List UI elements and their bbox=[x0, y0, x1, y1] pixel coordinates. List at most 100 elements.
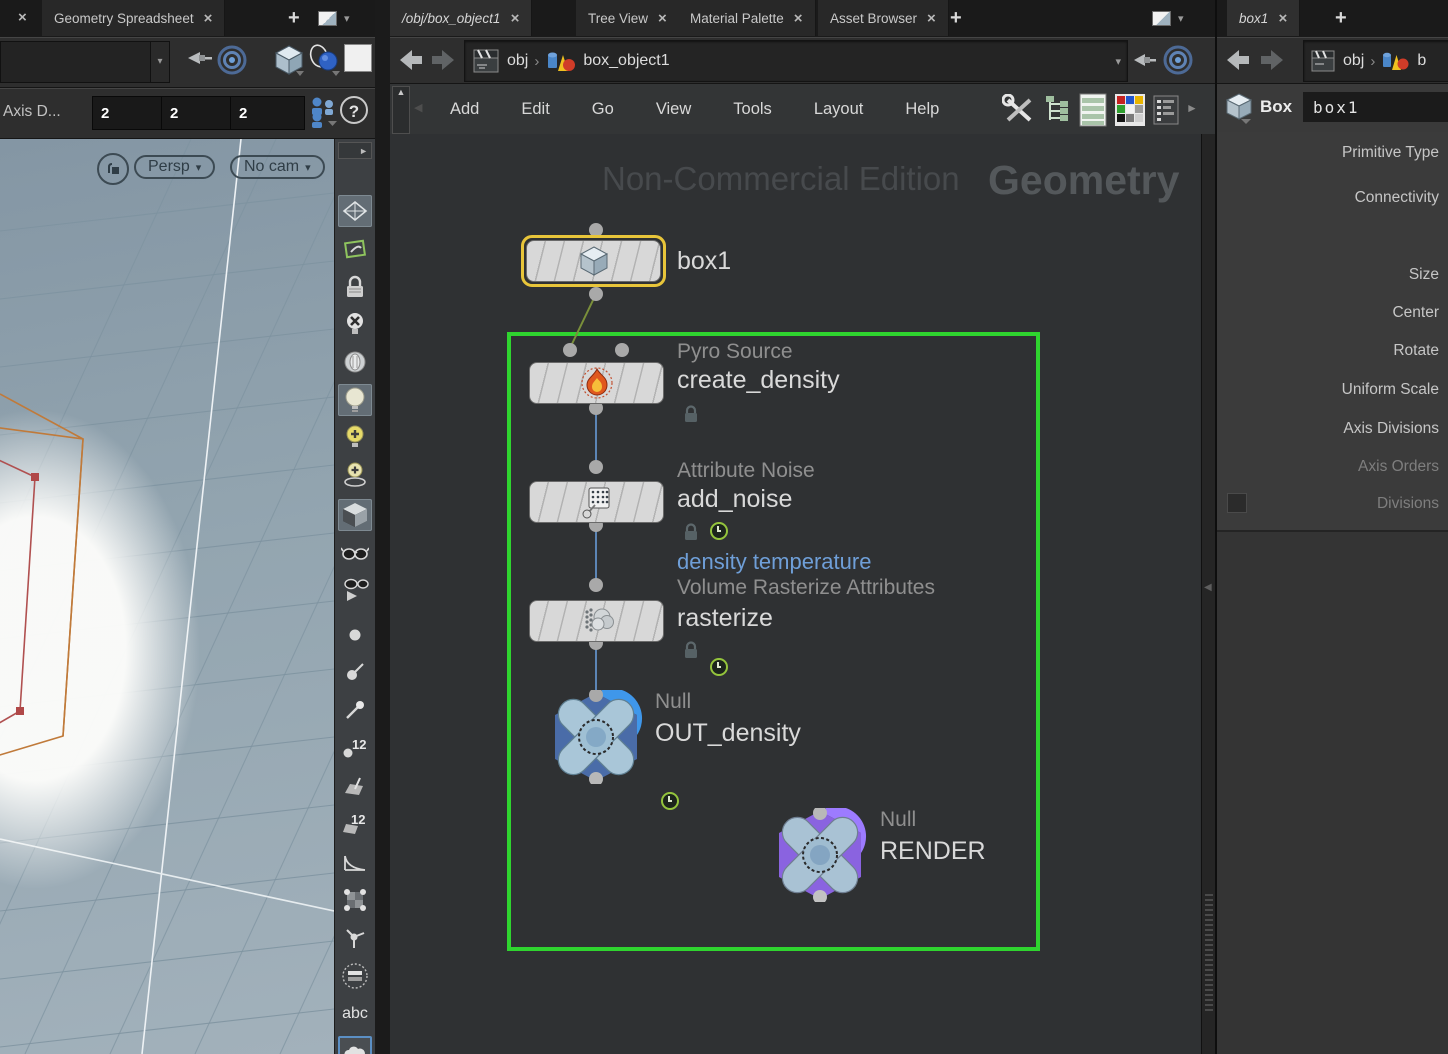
forward-icon[interactable] bbox=[430, 48, 456, 72]
secure-selection-icon[interactable] bbox=[338, 233, 372, 265]
toolbar-collapse-button[interactable]: ► bbox=[338, 142, 372, 159]
param-primitive-type[interactable]: Primitive Type bbox=[1217, 144, 1439, 162]
node-render-name[interactable]: RENDER bbox=[880, 837, 986, 866]
help-icon[interactable]: ? bbox=[340, 96, 368, 124]
param-rotate[interactable]: Rotate bbox=[1217, 342, 1439, 360]
pane-menu-dropdown[interactable]: ▾ bbox=[344, 12, 350, 25]
new-tab-button[interactable]: + bbox=[278, 0, 310, 36]
axis-div-x-field[interactable]: 2 bbox=[92, 96, 167, 130]
canvas-scrollbar[interactable]: ◀ bbox=[1201, 134, 1215, 1054]
param-uniform-scale[interactable]: Uniform Scale bbox=[1217, 381, 1439, 399]
node-box1-name[interactable]: box1 bbox=[677, 247, 731, 276]
menu-add[interactable]: Add bbox=[446, 100, 483, 119]
node-rasterize[interactable] bbox=[529, 600, 664, 642]
select-objects-icon[interactable] bbox=[306, 43, 342, 79]
lock-flag-icon[interactable] bbox=[682, 404, 700, 424]
scrollbar-arrow-icon[interactable]: ◀ bbox=[1204, 582, 1212, 593]
node-box1[interactable] bbox=[521, 235, 666, 287]
combobox-dropdown-icon[interactable]: ▾ bbox=[150, 41, 170, 83]
tab-tree-view[interactable]: Tree View × bbox=[576, 0, 680, 36]
node-create-density[interactable] bbox=[529, 362, 664, 404]
prim-hull-icon[interactable] bbox=[338, 884, 372, 916]
add-environment-light-icon[interactable] bbox=[338, 459, 372, 491]
breadcrumb-root[interactable]: obj bbox=[507, 52, 528, 70]
tab-network-editor[interactable]: /obj/box_object1 × bbox=[390, 0, 533, 36]
tab-material-palette[interactable]: Material Palette × bbox=[678, 0, 816, 36]
close-pane-icon[interactable]: × bbox=[18, 10, 27, 25]
node-add-noise[interactable] bbox=[529, 481, 664, 523]
pane-divider[interactable] bbox=[375, 0, 390, 1054]
box-operator-icon[interactable] bbox=[1224, 92, 1254, 124]
tree-view-icon[interactable] bbox=[1044, 96, 1072, 124]
pane-layout-icon[interactable] bbox=[318, 11, 337, 26]
point-numbers-icon[interactable]: 12 bbox=[338, 732, 372, 764]
param-center[interactable]: Center bbox=[1217, 304, 1439, 322]
lock-flag-icon[interactable] bbox=[682, 640, 700, 660]
shading-mode-icon[interactable] bbox=[338, 499, 372, 531]
volume-preview-icon[interactable] bbox=[338, 1036, 372, 1054]
headlight-icon[interactable] bbox=[338, 346, 372, 378]
add-light-icon[interactable] bbox=[338, 422, 372, 454]
param-size[interactable]: Size bbox=[1217, 266, 1439, 284]
timeshift-badge-icon[interactable] bbox=[710, 522, 728, 540]
close-tab-icon[interactable]: × bbox=[1278, 11, 1287, 26]
close-tab-icon[interactable]: × bbox=[794, 11, 803, 26]
prim-normals-icon[interactable] bbox=[338, 770, 372, 802]
node-out-density-name[interactable]: OUT_density bbox=[655, 719, 801, 748]
pin-icon[interactable] bbox=[184, 45, 214, 75]
menu-layout[interactable]: Layout bbox=[810, 100, 868, 119]
no-lighting-icon[interactable] bbox=[338, 308, 372, 340]
network-canvas[interactable]: Non-Commercial Edition Geometry box1 Pyr… bbox=[390, 134, 1215, 1054]
presets-users-icon[interactable] bbox=[308, 95, 338, 129]
close-tab-icon[interactable]: × bbox=[510, 11, 519, 26]
node-create-density-name[interactable]: create_density bbox=[677, 366, 840, 395]
node-rasterize-name[interactable]: rasterize bbox=[677, 604, 773, 633]
new-tab-button[interactable]: + bbox=[1325, 0, 1357, 36]
breadcrumb-root[interactable]: obj bbox=[1343, 52, 1364, 70]
menu-help[interactable]: Help bbox=[901, 100, 943, 119]
radial-menu-icon[interactable] bbox=[216, 44, 248, 76]
breadcrumb-current[interactable]: box_object1 bbox=[583, 52, 669, 70]
param-axis-orders[interactable]: Axis Orders bbox=[1217, 458, 1439, 476]
visualizers-glasses-icon[interactable] bbox=[338, 537, 372, 569]
breadcrumb-current[interactable]: b bbox=[1417, 52, 1426, 70]
snapshot-pin-button[interactable] bbox=[97, 153, 129, 185]
param-connectivity[interactable]: Connectivity bbox=[1217, 189, 1439, 207]
operator-name-field[interactable]: box1 bbox=[1303, 92, 1448, 122]
network-breadcrumb[interactable]: obj › box_object1 ▾ bbox=[464, 40, 1128, 82]
tasks-wrench-icon[interactable] bbox=[1002, 94, 1036, 126]
visualizers-play-icon[interactable] bbox=[338, 573, 372, 605]
node-add-noise-attributes[interactable]: density temperature bbox=[677, 549, 871, 575]
projection-menu[interactable]: Persp ▾ bbox=[134, 155, 216, 179]
detail-list-icon[interactable] bbox=[1152, 94, 1180, 126]
menu-tools[interactable]: Tools bbox=[729, 100, 776, 119]
timeshift-badge-icon[interactable] bbox=[661, 792, 679, 810]
menu-overflow-right-icon[interactable]: ► bbox=[1186, 101, 1198, 115]
vector-display-icon[interactable] bbox=[338, 922, 372, 954]
divisions-checkbox[interactable] bbox=[1227, 493, 1247, 513]
scene-viewport[interactable]: Persp ▾ No cam ▾ bbox=[0, 139, 334, 1054]
node-add-noise-name[interactable]: add_noise bbox=[677, 485, 792, 514]
menu-go[interactable]: Go bbox=[588, 100, 618, 119]
geometry-cube-icon[interactable] bbox=[272, 43, 306, 77]
scrollbar-grip[interactable] bbox=[1205, 894, 1213, 1014]
text-overlay-icon[interactable]: abc bbox=[338, 998, 372, 1030]
color-palette-icon[interactable] bbox=[1114, 93, 1146, 127]
pane-menu-dropdown[interactable]: ▾ bbox=[1178, 12, 1184, 25]
prim-numbers-icon[interactable]: 12 bbox=[338, 808, 372, 840]
pin-icon[interactable] bbox=[1130, 46, 1158, 74]
list-view-icon[interactable] bbox=[1078, 92, 1108, 128]
tab-asset-browser[interactable]: Asset Browser × bbox=[818, 0, 949, 36]
network-scroll-up[interactable]: ▲ bbox=[392, 86, 410, 134]
close-tab-icon[interactable]: × bbox=[927, 11, 936, 26]
menu-view[interactable]: View bbox=[652, 100, 695, 119]
point-normals-icon[interactable] bbox=[338, 656, 372, 688]
normal-lighting-icon[interactable] bbox=[338, 384, 372, 416]
point-markers-icon[interactable] bbox=[338, 694, 372, 726]
camera-menu[interactable]: No cam ▾ bbox=[230, 155, 325, 179]
node-box1-body[interactable] bbox=[526, 240, 661, 282]
lock-icon[interactable] bbox=[338, 271, 372, 303]
forward-icon[interactable] bbox=[1259, 48, 1285, 72]
param-breadcrumb[interactable]: obj › b bbox=[1303, 40, 1448, 82]
group-display-icon[interactable] bbox=[338, 960, 372, 992]
